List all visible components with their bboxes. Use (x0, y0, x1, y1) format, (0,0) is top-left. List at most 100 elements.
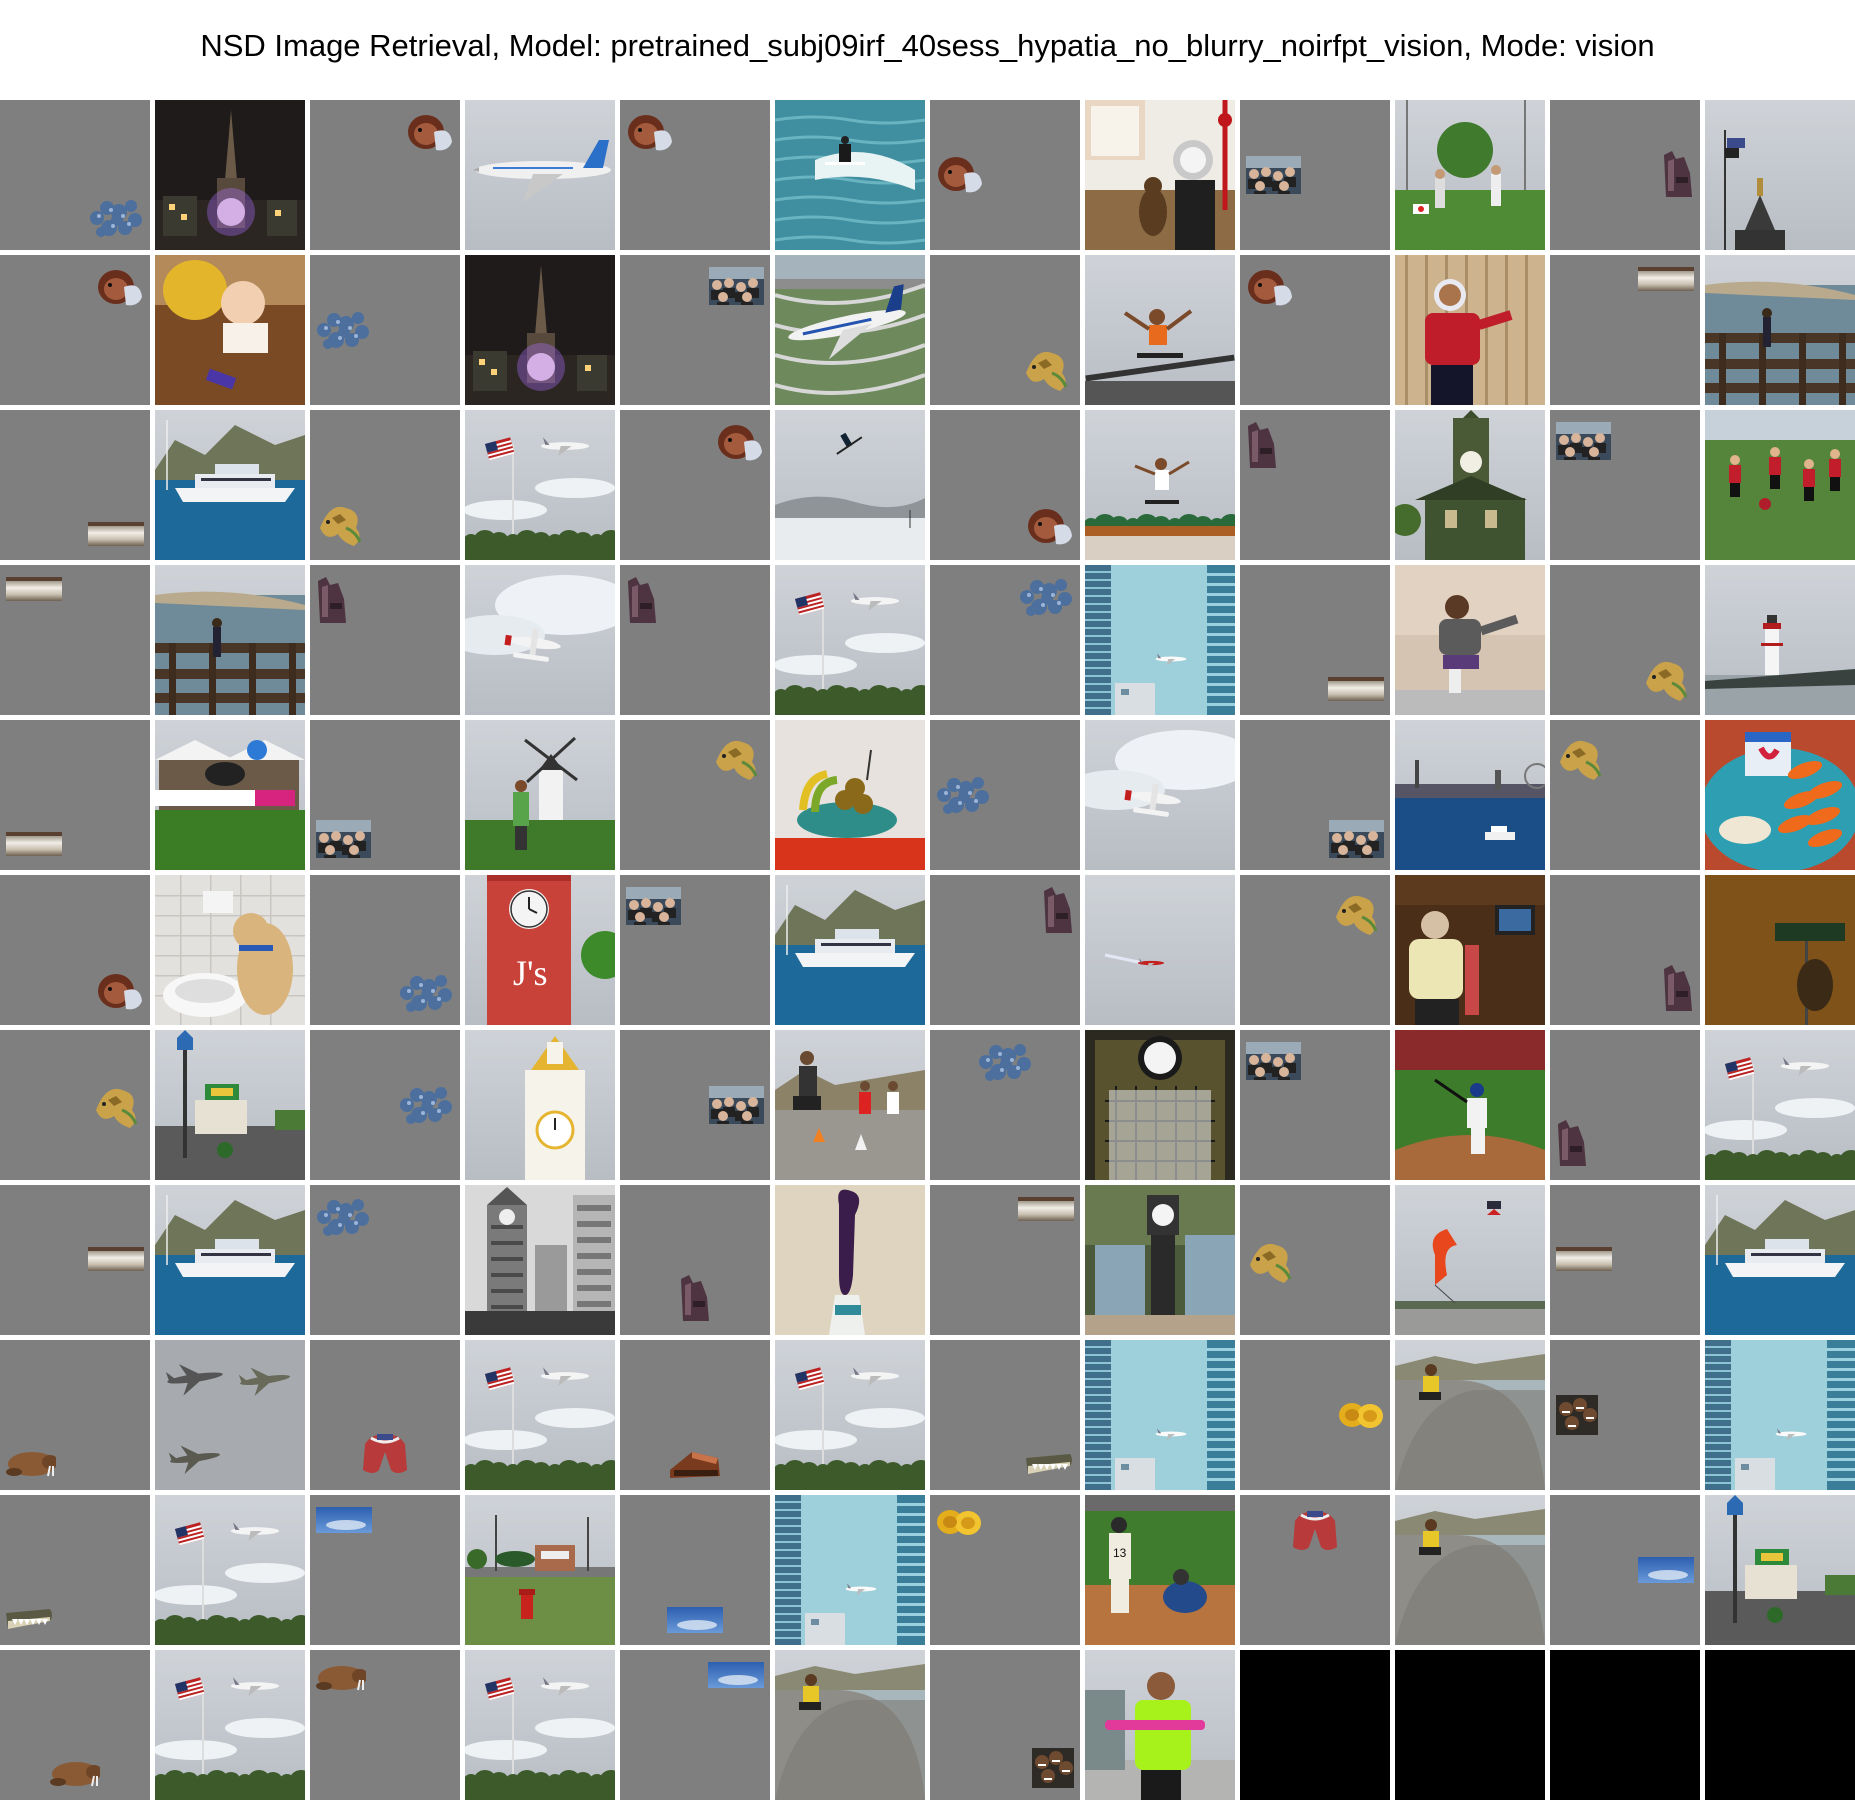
retrieved-image (775, 565, 925, 715)
retrieved-image (465, 1185, 615, 1335)
boy-red-shirt-scene (1395, 255, 1545, 405)
red-cloth-cutout (361, 1430, 409, 1478)
surfer-wave-scene (775, 100, 925, 250)
stimulus-image (930, 100, 1080, 250)
retrieved-image: J's (465, 875, 615, 1025)
retrieved-image (1395, 875, 1545, 1025)
yacht-harbor-scene (775, 875, 925, 1025)
metal-bar-cutout (6, 577, 62, 603)
stimulus-image (310, 1030, 460, 1180)
crowd-photo-cutout (1329, 820, 1384, 858)
stimulus-image (1550, 1185, 1700, 1335)
white-clock-tower-scene (465, 1030, 615, 1180)
metal-bar-cutout (6, 832, 62, 858)
metal-bar-cutout (1328, 677, 1384, 703)
purple-object-scene (775, 1185, 925, 1335)
baseball-batter-scene (1395, 1030, 1545, 1180)
retrieved-image (1395, 100, 1545, 250)
stimulus-image (930, 720, 1080, 870)
stimulus-image (0, 875, 150, 1025)
blue-blob-cutout (399, 1085, 454, 1125)
skyscraper-plane-scene (1705, 1340, 1855, 1490)
skyscraper-plane-scene (1085, 565, 1235, 715)
stimulus-image (930, 1495, 1080, 1645)
retrieved-image (1085, 1030, 1235, 1180)
stimulus-image (310, 1340, 460, 1490)
blue-blob-cutout (978, 1042, 1033, 1082)
retrieved-image (775, 875, 925, 1025)
retrieved-image (465, 1340, 615, 1490)
skate-bowl-scene (775, 1650, 925, 1800)
crocodile-cutout (1026, 1448, 1074, 1478)
metal-bar-cutout (88, 522, 144, 548)
gold-dragon-cutout (1556, 732, 1608, 782)
skyscraper-plane-scene (1085, 1340, 1235, 1490)
stimulus-image (0, 100, 150, 250)
stimulus-image (1240, 410, 1390, 560)
gold-dragon-cutout (1022, 343, 1074, 393)
baby-face-cutout (1026, 506, 1074, 548)
stimulus-image (930, 565, 1080, 715)
blue-blob-cutout (399, 973, 454, 1013)
retrieved-image (775, 1650, 925, 1800)
stimulus-image (1550, 410, 1700, 560)
retrieved-image (775, 1185, 925, 1335)
retrieved-image (465, 100, 615, 250)
person-fence-sea-scene (155, 565, 305, 715)
stimulus-image (620, 1340, 770, 1490)
street-clock-scene (1085, 1185, 1235, 1335)
retrieved-image (1395, 1340, 1545, 1490)
stimulus-image (0, 1340, 150, 1490)
street-sign-night-scene (1705, 875, 1855, 1025)
retrieved-image (465, 255, 615, 405)
flag-plane-sky-scene (465, 410, 615, 560)
stimulus-image (620, 1650, 770, 1800)
maroon-shape-cutout (679, 1275, 711, 1323)
seaplane-clouds-scene (1085, 720, 1235, 870)
retrieved-image (1395, 1185, 1545, 1335)
baby-floor-scene (155, 255, 305, 405)
faces-group-cutout (1032, 1748, 1074, 1788)
stimulus-image (1240, 1495, 1390, 1645)
stimulus-image (1550, 875, 1700, 1025)
stimulus-image (310, 255, 460, 405)
baby-face-cutout (406, 112, 454, 154)
retrieved-image (155, 255, 305, 405)
retrieved-image (1085, 255, 1235, 405)
retrieved-image (155, 720, 305, 870)
flag-statue-sky-scene (1705, 100, 1855, 250)
maroon-shape-cutout (316, 577, 348, 625)
stimulus-image (620, 255, 770, 405)
stimulus-image (310, 1650, 460, 1800)
seaplane-clouds-scene (465, 565, 615, 715)
stimulus-image (310, 1495, 460, 1645)
baby-face-cutout (626, 112, 674, 154)
windmill-field-scene (465, 720, 615, 870)
stimulus-image (310, 100, 460, 250)
red-cloth-cutout (1291, 1507, 1339, 1555)
skateboard-park-scene (775, 1030, 925, 1180)
walrus-cutout (316, 1662, 366, 1692)
stimulus-image (0, 1185, 150, 1335)
stimulus-image (310, 720, 460, 870)
retrieved-image (155, 1185, 305, 1335)
stimulus-image (310, 875, 460, 1025)
retrieved-image (1705, 100, 1855, 250)
stimulus-image (930, 255, 1080, 405)
stimulus-image (0, 1495, 150, 1645)
skier-air-scene (775, 410, 925, 560)
stimulus-image (1550, 255, 1700, 405)
woman-hydrant-scene (1395, 565, 1545, 715)
retrieved-image (775, 1030, 925, 1180)
crocodile-cutout (6, 1603, 54, 1633)
retrieved-image (1085, 410, 1235, 560)
retrieved-image (155, 1340, 305, 1490)
lighthouse-pier-scene (1705, 565, 1855, 715)
empty-cell (1395, 1650, 1545, 1800)
stimulus-image (1240, 565, 1390, 715)
stimulus-image (0, 410, 150, 560)
baseball-catcher-scene: 13 (1085, 1495, 1235, 1645)
walrus-cutout (6, 1448, 56, 1478)
green-building-lot-scene (1705, 1495, 1855, 1645)
skate-bowl-scene (1395, 1340, 1545, 1490)
